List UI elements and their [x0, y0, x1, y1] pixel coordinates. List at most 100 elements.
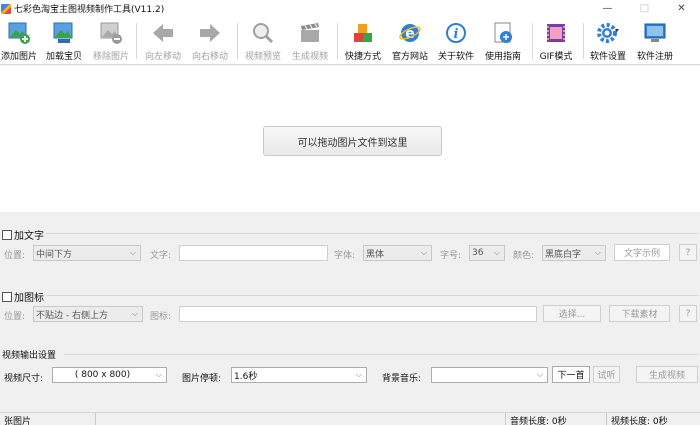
- monitor-icon: [643, 21, 667, 45]
- settings-button[interactable]: 软件设置: [587, 19, 629, 63]
- arrow-left-icon: [151, 21, 175, 45]
- shortcut-button[interactable]: 快捷方式: [343, 19, 383, 63]
- toolbar-separator: [337, 23, 338, 59]
- font-label: 字体:: [334, 251, 356, 261]
- chevron-down-icon: ⌵: [420, 248, 427, 257]
- video-length-text: 视频长度: 0秒: [611, 417, 668, 425]
- text-content-input[interactable]: [179, 245, 328, 261]
- gif-mode-button[interactable]: GIF模式: [536, 19, 576, 63]
- close-button[interactable]: ✕: [663, 0, 700, 17]
- font-select[interactable]: 黑体 ⌵: [363, 245, 432, 261]
- generate-video-button[interactable]: 生成视频: [290, 19, 330, 63]
- audio-length-text: 音频长度: 0秒: [510, 417, 567, 425]
- text-help-button[interactable]: ?: [679, 244, 697, 261]
- add-text-checkbox[interactable]: 加文字: [2, 227, 44, 242]
- window-title: 七彩色淘宝主图视频制作工具(V11.2): [14, 5, 165, 15]
- clapperboard-icon: [298, 21, 322, 45]
- arrow-right-icon: [198, 21, 222, 45]
- move-right-button[interactable]: 向右移动: [189, 19, 231, 63]
- user-guide-button[interactable]: 使用指南: [482, 19, 524, 63]
- load-product-icon: [52, 21, 76, 45]
- font-size-select[interactable]: 36 ⌵: [469, 245, 505, 261]
- toolbar-label: 向右移动: [191, 52, 228, 62]
- text-content-label: 文字:: [150, 251, 172, 261]
- add-logo-label: 加图标: [14, 293, 44, 304]
- chevron-down-icon: ⌵: [129, 248, 136, 257]
- image-pause-label: 图片停顿:: [182, 374, 222, 384]
- remove-image-icon: [99, 21, 123, 45]
- drop-files-button[interactable]: 可以拖动图片文件到这里: [263, 126, 442, 156]
- color-select[interactable]: 黑底白字 ⌵: [542, 245, 606, 261]
- title-bar: 七彩色淘宝主图视频制作工具(V11.2) — □ ✕: [0, 0, 700, 17]
- checkbox-box[interactable]: [2, 229, 12, 240]
- status-separator: [505, 413, 506, 425]
- toolbar-separator: [237, 23, 238, 59]
- image-pause-select[interactable]: 1.6秒 ⌵: [231, 367, 367, 383]
- checkbox-box[interactable]: [2, 291, 12, 302]
- text-position-label: 位置:: [4, 251, 26, 261]
- toolbar-label: 添加图片: [0, 52, 37, 62]
- next-song-button[interactable]: 下一首: [552, 366, 590, 383]
- gear-icon: [596, 21, 620, 45]
- toolbar-label: 关于软件: [437, 52, 474, 62]
- chevron-down-icon: ⌵: [594, 248, 601, 257]
- toolbar: 添加图片 加载宝贝 移除图片 向左移动 向右移动 视频预览 生成视频 快捷方式 …: [0, 17, 700, 65]
- toolbar-label: 软件注册: [636, 52, 673, 62]
- text-position-select[interactable]: 中间下方 ⌵: [33, 245, 141, 261]
- svg-text:i: i: [454, 27, 459, 42]
- chevron-down-icon: ⌵: [131, 309, 138, 318]
- color-label: 颜色:: [513, 251, 535, 261]
- window-controls: — □ ✕: [589, 0, 700, 17]
- video-size-select[interactable]: ( 800 x 800) ⌵: [52, 367, 167, 383]
- toolbar-label: 使用指南: [484, 52, 521, 62]
- generate-video-bottom-button[interactable]: 生成视频: [636, 366, 698, 383]
- background-music-label: 背景音乐:: [382, 374, 422, 384]
- guide-icon: [491, 21, 515, 45]
- image-count-text: 张图片: [4, 417, 32, 425]
- cubes-icon: [351, 21, 375, 45]
- toolbar-label: 移除图片: [92, 52, 129, 62]
- background-music-select[interactable]: ⌵: [431, 367, 548, 383]
- register-button[interactable]: 软件注册: [635, 19, 675, 63]
- minimize-button[interactable]: —: [589, 0, 626, 17]
- logo-help-button[interactable]: ?: [679, 305, 697, 322]
- status-separator: [606, 413, 607, 425]
- listen-button[interactable]: 试听: [593, 366, 620, 383]
- add-image-button[interactable]: 添加图片: [0, 19, 38, 63]
- load-product-button[interactable]: 加载宝贝: [44, 19, 84, 63]
- move-left-button[interactable]: 向左移动: [142, 19, 184, 63]
- section-divider: [46, 233, 698, 234]
- about-button[interactable]: i 关于软件: [436, 19, 476, 63]
- video-preview-button[interactable]: 视频预览: [242, 19, 284, 63]
- add-logo-checkbox[interactable]: 加图标: [2, 289, 44, 304]
- official-site-button[interactable]: e 官方网站: [390, 19, 430, 63]
- maximize-button[interactable]: □: [626, 0, 663, 17]
- logo-icon-label: 图标:: [150, 312, 172, 322]
- app-logo-icon: [1, 3, 11, 14]
- add-text-label: 加文字: [14, 231, 44, 242]
- remove-image-button[interactable]: 移除图片: [91, 19, 131, 63]
- toolbar-label: 生成视频: [291, 52, 328, 62]
- image-drop-area[interactable]: 可以拖动图片文件到这里: [0, 66, 700, 212]
- video-size-label: 视频尺寸:: [4, 374, 44, 384]
- chevron-down-icon: ⌵: [536, 370, 543, 379]
- chevron-down-icon: ⌵: [355, 370, 362, 379]
- select-logo-button[interactable]: 选择...: [543, 305, 601, 322]
- toolbar-separator: [136, 23, 137, 59]
- magnifier-icon: [251, 21, 275, 45]
- status-separator: [95, 413, 96, 425]
- download-material-button[interactable]: 下载素材: [609, 305, 670, 322]
- chevron-down-icon: ⌵: [493, 248, 500, 257]
- toolbar-separator: [532, 23, 533, 59]
- gif-film-icon: [544, 21, 568, 45]
- logo-path-input[interactable]: [179, 306, 537, 322]
- toolbar-label: GIF模式: [539, 52, 573, 62]
- toolbar-label: 加载宝贝: [45, 52, 82, 62]
- logo-position-label: 位置:: [4, 312, 26, 322]
- logo-position-select[interactable]: 不贴边 - 右侧上方 ⌵: [33, 306, 143, 322]
- section-divider: [46, 295, 698, 296]
- status-bar: 张图片 音频长度: 0秒 视频长度: 0秒: [0, 412, 700, 425]
- video-output-title: 视频输出设置: [2, 351, 57, 361]
- text-sample-button[interactable]: 文字示例: [614, 244, 670, 261]
- toolbar-separator: [583, 23, 584, 59]
